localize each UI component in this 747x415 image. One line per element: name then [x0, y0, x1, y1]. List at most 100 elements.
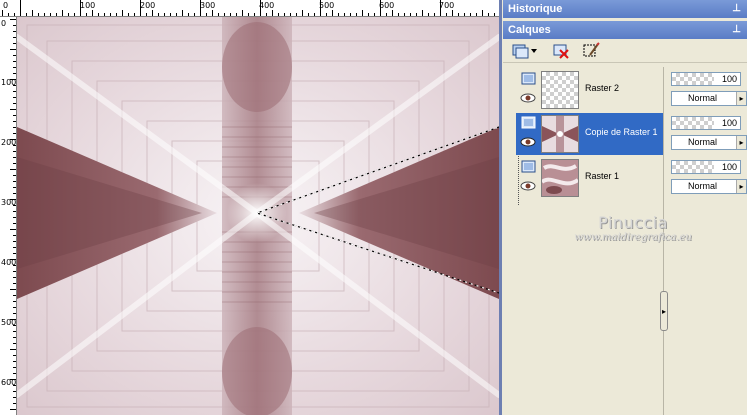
ruler-tick [13, 151, 16, 152]
ruler-tick [104, 13, 105, 16]
edit-selection-button[interactable] [579, 41, 603, 61]
ruler-left-label: 0 [1, 19, 7, 28]
opacity-slider[interactable]: 100 [671, 72, 741, 86]
ruler-tick [200, 0, 201, 16]
pin-icon[interactable]: ⊥ [732, 0, 741, 18]
ruler-tick [10, 379, 16, 380]
ruler-tick [410, 13, 411, 16]
ruler-tick [13, 277, 16, 278]
history-panel-title[interactable]: Historique ⊥ [503, 0, 747, 18]
ruler-tick [10, 169, 16, 170]
ruler-tick [8, 13, 9, 16]
ruler-tick [13, 217, 16, 218]
opacity-fill [672, 117, 714, 129]
ruler-tick [13, 223, 16, 224]
ruler-tick [320, 0, 321, 16]
ruler-tick [482, 10, 483, 16]
ruler-top-label: 0 [3, 1, 9, 10]
ruler-tick [10, 19, 16, 20]
layer-row-raster-1[interactable]: Raster 1 [516, 157, 663, 199]
ruler-tick [13, 55, 16, 56]
blend-mode-select[interactable]: Normal ▸ [671, 91, 747, 106]
ruler-tick [404, 13, 405, 16]
ruler-top-label: 200 [140, 1, 156, 10]
layer-type-icon [521, 160, 536, 173]
ruler-tick [326, 13, 327, 16]
ruler-tick [344, 13, 345, 16]
ruler-tick [332, 10, 333, 16]
blend-mode-value: Normal [688, 181, 718, 191]
ruler-tick [13, 37, 16, 38]
ruler-tick [86, 13, 87, 16]
chevron-right-icon: ▸ [736, 136, 746, 149]
blend-mode-select[interactable]: Normal ▸ [671, 135, 747, 150]
delete-layer-button[interactable] [549, 41, 573, 61]
blend-mode-select[interactable]: Normal ▸ [671, 179, 747, 194]
new-layer-button[interactable] [509, 41, 539, 61]
ruler-tick [13, 181, 16, 182]
ruler-tick [80, 0, 81, 16]
ruler-tick [248, 13, 249, 16]
ruler-tick [13, 241, 16, 242]
ruler-tick [434, 13, 435, 16]
visibility-eye-icon[interactable] [520, 137, 536, 147]
ruler-tick [128, 13, 129, 16]
ruler-tick [308, 13, 309, 16]
ruler-left-label: 100 [1, 78, 17, 87]
new-layer-icon [512, 44, 537, 59]
ruler-top-label: 300 [200, 1, 216, 10]
ruler-tick [13, 103, 16, 104]
ruler-tick [13, 355, 16, 356]
ruler-tick [13, 235, 16, 236]
ruler-tick [98, 13, 99, 16]
ruler-top-label: 700 [439, 1, 455, 10]
ruler-tick [296, 13, 297, 16]
blend-mode-value: Normal [688, 93, 718, 103]
canvas-scrollbar[interactable] [499, 0, 502, 415]
ruler-tick [13, 73, 16, 74]
layer-thumbnail-transparent [541, 71, 579, 109]
image-canvas[interactable] [17, 17, 499, 415]
layer-row-copie-de-raster-1[interactable]: Copie de Raster 1 [516, 113, 663, 155]
ruler-tick [164, 13, 165, 16]
ruler-tick [13, 97, 16, 98]
pin-icon[interactable]: ⊥ [732, 21, 741, 39]
ruler-tick [13, 331, 16, 332]
opacity-slider[interactable]: 100 [671, 116, 741, 130]
ruler-tick [13, 193, 16, 194]
panel-splitter-handle[interactable]: ▸ [660, 291, 668, 331]
ruler-tick [13, 157, 16, 158]
layer-props-copie-de-raster-1: 100 Normal ▸ [671, 116, 747, 156]
visibility-eye-icon[interactable] [520, 181, 536, 191]
ruler-tick [13, 265, 16, 266]
artwork [17, 17, 499, 415]
ruler-top-label: 600 [379, 1, 395, 10]
ruler-tick [488, 13, 489, 16]
ruler-tick [13, 295, 16, 296]
ruler-tick [368, 13, 369, 16]
ruler-top-label: 400 [259, 1, 275, 10]
ruler-tick [10, 49, 16, 50]
ruler-tick [314, 13, 315, 16]
ruler-tick [62, 10, 63, 16]
ruler-tick [13, 91, 16, 92]
layers-panel-title[interactable]: Calques ⊥ [503, 21, 747, 39]
ruler-tick [386, 13, 387, 16]
ruler-tick [10, 349, 16, 350]
edit-selection-icon [583, 42, 600, 57]
ruler-tick [13, 67, 16, 68]
ruler-tick [272, 10, 273, 16]
ruler-tick [374, 13, 375, 16]
opacity-slider[interactable]: 100 [671, 160, 741, 174]
ruler-tick [116, 13, 117, 16]
layer-thumbnail-swirl [541, 159, 579, 197]
ruler-tick [206, 13, 207, 16]
ruler-tick [10, 319, 16, 320]
ruler-tick [10, 289, 16, 290]
ruler-tick [13, 391, 16, 392]
ruler-tick [10, 109, 16, 110]
visibility-eye-icon[interactable] [520, 93, 536, 103]
ruler-tick [122, 10, 123, 16]
layer-row-raster-2[interactable]: Raster 2 [516, 69, 663, 111]
ruler-tick [10, 409, 16, 410]
